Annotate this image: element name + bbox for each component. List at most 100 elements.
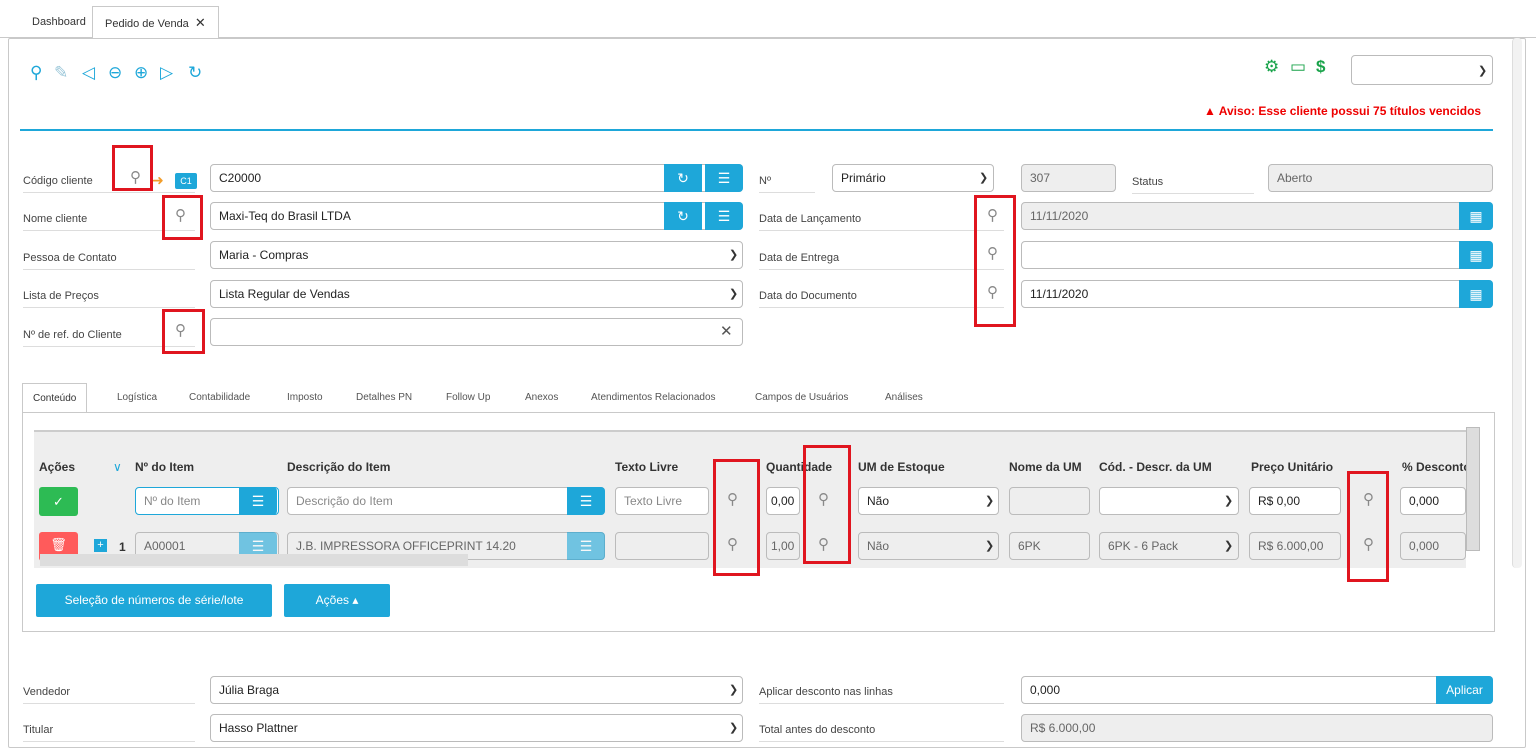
cod-um-select[interactable]: 6PK - 6 Pack ❯ [1099,532,1239,560]
um-estoque-select[interactable]: Não ❯ [858,532,999,560]
col-descricao: Descrição do Item [287,460,391,474]
list-icon[interactable]: ☰ [567,487,605,515]
texto-livre-input[interactable] [615,532,709,560]
pessoa-contato-label: Pessoa de Contato [23,252,195,270]
tab-conteudo[interactable]: Conteúdo [22,383,88,413]
tab-contabilidade[interactable]: Contabilidade [189,383,250,413]
folder-icon[interactable]: ▭ [1290,57,1306,77]
ref-cliente-input[interactable] [210,318,743,346]
list-icon[interactable]: ☰ [705,202,743,230]
divider [20,129,1493,131]
nome-um-input: 6PK [1009,532,1090,560]
list-icon[interactable]: ☰ [705,164,743,192]
data-entrega-input[interactable] [1021,241,1493,269]
serie-lote-button[interactable]: Seleção de números de série/lote [36,584,272,617]
preco-input[interactable]: R$ 6.000,00 [1249,532,1341,560]
um-estoque-select[interactable]: Não ❯ [858,487,999,515]
chevron-down-icon: ❯ [985,540,995,552]
chevron-down-icon: ❯ [729,249,739,261]
quantidade-input[interactable]: 1,00 [766,532,800,560]
titular-label: Titular [23,724,195,742]
desconto-input[interactable]: 0,000 [1400,532,1466,560]
data-entrega-label: Data de Entrega [759,252,1004,270]
data-documento-input[interactable]: 11/11/2020 [1021,280,1493,308]
last-icon[interactable]: ▷ [160,63,173,83]
prev-icon[interactable]: ⊖ [108,63,122,83]
acoes-button[interactable]: Ações ▴ [284,584,390,617]
highlight-box [803,445,851,564]
dollar-icon[interactable]: $ [1316,57,1325,77]
aplicar-desconto-input[interactable]: 0,000 [1021,676,1493,704]
col-item: Nº do Item [135,460,195,474]
col-nome-um: Nome da UM [1009,460,1082,474]
tab-label: Pedido de Venda [105,18,189,30]
clear-icon[interactable]: ✕ [720,322,733,340]
tab-logistica[interactable]: Logística [117,383,157,413]
tab-label: Dashboard [32,16,86,28]
top-select[interactable]: ❯ [1351,55,1493,85]
descricao-input[interactable]: Descrição do Item [287,487,605,515]
edit-icon[interactable]: ✎ [54,63,68,83]
col-desconto: % Desconto [1402,460,1471,474]
vendedor-select[interactable]: Júlia Braga ❯ [210,676,743,704]
data-documento-label: Data do Documento [759,290,1004,308]
cod-um-select[interactable]: ❯ [1099,487,1239,515]
lista-precos-select[interactable]: Lista Regular de Vendas ❯ [210,280,743,308]
tab-atendimentos[interactable]: Atendimentos Relacionados [591,383,716,413]
vendedor-label: Vendedor [23,686,195,704]
next-icon[interactable]: ⊕ [134,63,148,83]
numero-series-select[interactable]: Primário ❯ [832,164,994,192]
chevron-down-icon[interactable]: ∨ [113,460,122,474]
trash-icon: 🗑 [50,537,67,552]
select-value: Lista Regular de Vendas [219,287,350,301]
tab-bar: Dashboard Pedido de Venda ✕ [0,0,1536,39]
texto-livre-input[interactable]: Texto Livre [615,487,709,515]
refresh-icon[interactable]: ↻ [664,202,702,230]
calendar-icon[interactable]: ▦ [1459,241,1493,269]
calendar-icon[interactable]: ▦ [1459,280,1493,308]
desconto-input[interactable]: 0,000 [1400,487,1466,515]
total-antes-input: R$ 6.000,00 [1021,714,1493,742]
page-scrollbar[interactable] [1512,38,1522,568]
grid-vertical-scrollbar[interactable] [1466,427,1480,551]
tab-dashboard[interactable]: Dashboard [20,6,98,38]
codigo-cliente-label: Código cliente [23,175,195,193]
confirm-button[interactable]: ✓ [39,487,78,516]
list-icon[interactable]: ☰ [239,487,277,515]
tab-campos-usuarios[interactable]: Campos de Usuários [755,383,848,413]
close-icon[interactable]: ✕ [195,15,206,30]
refresh-icon[interactable]: ↻ [188,63,202,83]
chevron-down-icon: ❯ [985,495,995,507]
col-cod-um: Cód. - Descr. da UM [1099,460,1212,474]
data-lancamento-input: 11/11/2020 [1021,202,1493,230]
pessoa-contato-select[interactable]: Maria - Compras ❯ [210,241,743,269]
arrow-icon: ➜ [152,172,164,188]
tab-follow-up[interactable]: Follow Up [446,383,490,413]
tab-anexos[interactable]: Anexos [525,383,558,413]
search-icon[interactable]: ⚲ [30,63,42,83]
first-icon[interactable]: ◁ [82,63,95,83]
chevron-down-icon: ❯ [729,722,739,734]
tab-analises[interactable]: Análises [885,383,923,413]
aplicar-button[interactable]: Aplicar [1436,676,1493,704]
calendar-icon[interactable]: ▦ [1459,202,1493,230]
nome-um-input [1009,487,1090,515]
preco-input[interactable]: R$ 0,00 [1249,487,1341,515]
grid-horizontal-scrollbar[interactable] [40,554,468,566]
chevron-down-icon: ❯ [979,172,989,184]
chevron-down-icon: ❯ [1224,495,1234,507]
total-antes-label: Total antes do desconto [759,724,1004,742]
select-value: Primário [841,171,886,185]
tab-pedido-venda[interactable]: Pedido de Venda ✕ [92,6,219,39]
titular-select[interactable]: Hasso Plattner ❯ [210,714,743,742]
highlight-box [162,195,203,240]
tab-detalhes-pn[interactable]: Detalhes PN [356,383,412,413]
check-icon: ✓ [53,494,64,509]
expand-icon[interactable]: + [94,539,107,552]
gear-icon[interactable]: ⚙ [1264,57,1279,77]
refresh-icon[interactable]: ↻ [664,164,702,192]
quantidade-input[interactable]: 0,00 [766,487,800,515]
tab-imposto[interactable]: Imposto [287,383,323,413]
list-icon[interactable]: ☰ [567,532,605,560]
numero-input: 307 [1021,164,1116,192]
